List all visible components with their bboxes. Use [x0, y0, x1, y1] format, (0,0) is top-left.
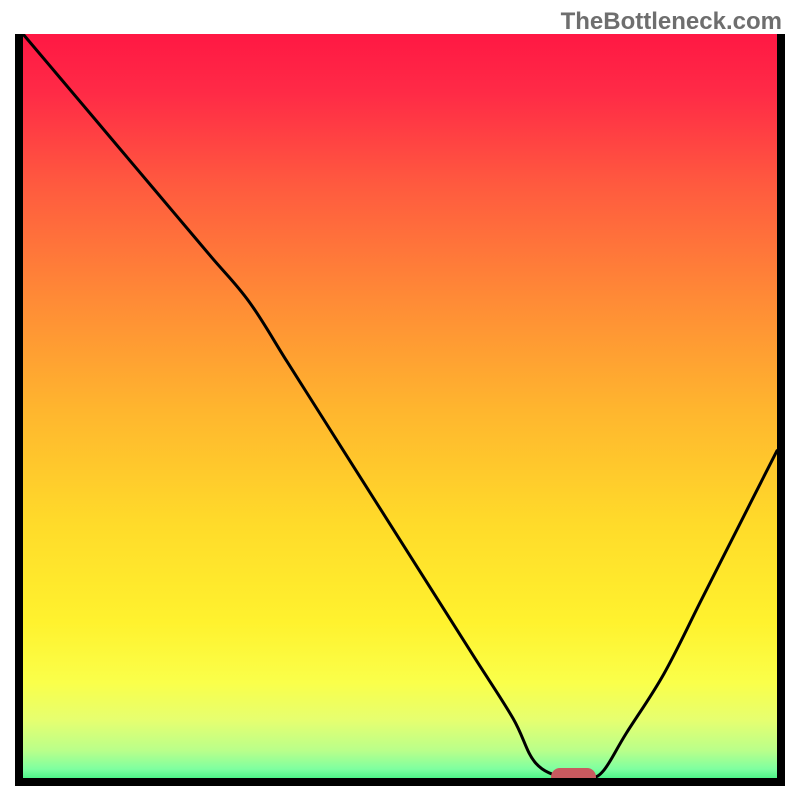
- chart-curve: [23, 34, 777, 778]
- chart-plot-area: [23, 34, 777, 778]
- optimal-marker: [551, 768, 596, 779]
- chart-frame: [15, 34, 785, 786]
- watermark-text: TheBottleneck.com: [561, 8, 782, 36]
